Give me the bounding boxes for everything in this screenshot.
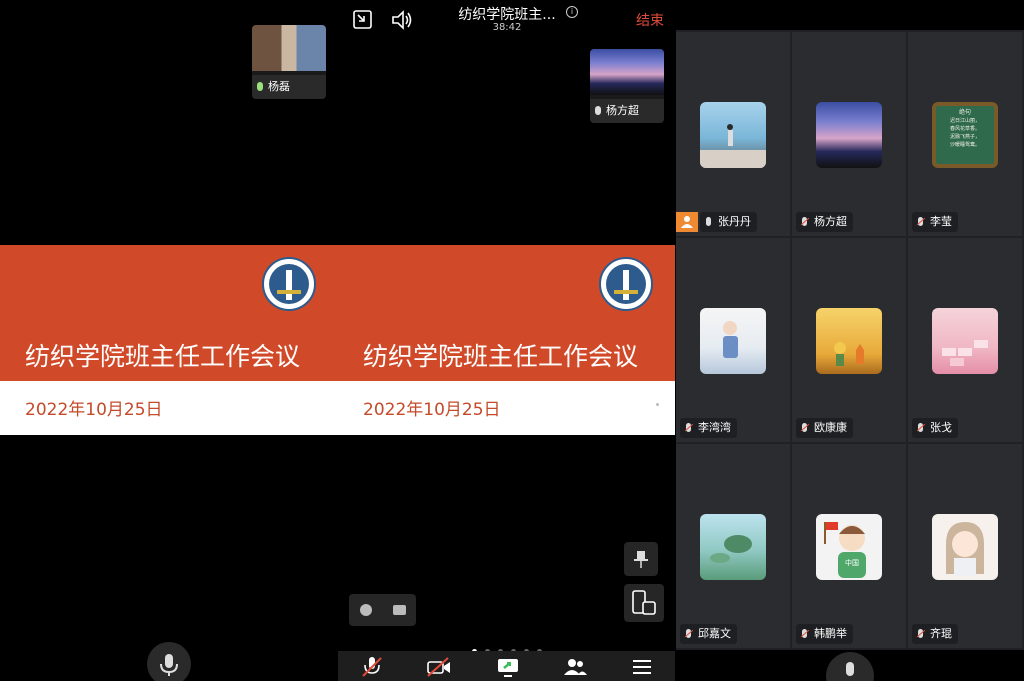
participant-name: 李湾湾 <box>698 421 731 434</box>
slide-title: 纺织学院班主任工作会议 <box>363 342 639 371</box>
mic-icon <box>257 82 263 91</box>
mic-muted-icon <box>918 629 923 638</box>
participant-name: 欧康康 <box>814 421 847 434</box>
meeting-info-icon[interactable]: i <box>566 6 578 18</box>
left-meeting-panel: 杨磊 纺织学院班主任工作会议 2022年10月25日 <box>0 0 338 681</box>
mic-muted-icon <box>918 423 923 432</box>
pin-icon <box>634 551 648 568</box>
speaker-icon <box>392 10 412 30</box>
gallery-mic-button[interactable] <box>826 652 874 681</box>
shared-slide: 纺织学院班主任工作会议 2022年10月25日 <box>338 245 675 435</box>
rotate-device-icon <box>632 590 656 615</box>
mic-muted-icon <box>918 217 923 226</box>
participant-name: 韩鹏举 <box>814 627 847 640</box>
participant-avatar <box>700 102 766 168</box>
slide-date: 2022年10月25日 <box>363 400 501 420</box>
pin-button[interactable] <box>624 542 658 576</box>
meeting-title: 纺织学院班主... <box>458 7 556 23</box>
speaker-toggle-button[interactable] <box>390 9 414 35</box>
mic-muted-icon <box>686 629 691 638</box>
college-logo-icon <box>599 257 653 311</box>
host-badge-icon <box>676 212 698 232</box>
participant-avatar <box>932 308 998 374</box>
mic-toggle-button[interactable] <box>147 642 191 681</box>
participant-avatar: 中国 <box>816 514 882 580</box>
rotate-screen-button[interactable] <box>624 584 664 622</box>
college-logo-icon <box>262 257 316 311</box>
participant-avatar <box>700 514 766 580</box>
minimize-window-button[interactable] <box>352 9 374 35</box>
mic-muted-icon <box>802 217 807 226</box>
camera-off-button[interactable] <box>426 655 452 679</box>
self-tile-name: 杨磊 <box>268 80 290 93</box>
speaker-video-tile[interactable]: 杨方超 <box>590 49 664 123</box>
mic-muted-icon <box>686 423 691 432</box>
more-menu-button[interactable] <box>630 655 654 679</box>
participant-name: 李莹 <box>930 215 952 228</box>
participant-name: 邱嘉文 <box>698 627 731 640</box>
poem-line: 沙暖睡鸳鸯。 <box>949 142 980 148</box>
end-meeting-button[interactable]: 结束 <box>636 10 664 30</box>
participant-tile[interactable]: 欧康康 <box>792 238 906 442</box>
participant-tile[interactable]: 张戈 <box>908 238 1022 442</box>
mic-muted-icon <box>802 629 807 638</box>
self-video-feed <box>252 25 326 71</box>
mic-icon <box>706 217 711 226</box>
mic-muted-icon <box>802 423 807 432</box>
poem-line: 泥融飞燕子， <box>949 134 980 140</box>
poem-title: 绝句 <box>958 109 971 116</box>
participant-tile[interactable]: 绝句 迟日江山丽， 春风花草香。 泥融飞燕子， 沙暖睡鸳鸯。 李莹 <box>908 32 1022 236</box>
participant-name: 杨方超 <box>814 215 847 228</box>
shared-slide: 纺织学院班主任工作会议 2022年10月25日 <box>0 245 338 435</box>
mic-muted-button[interactable] <box>360 655 384 679</box>
participant-name: 齐琨 <box>930 627 952 640</box>
shrink-window-icon <box>353 10 372 29</box>
chat-bubble-icon[interactable] <box>390 602 406 618</box>
participant-avatar: 绝句 迟日江山丽， 春风花草香。 泥融飞燕子， 沙暖睡鸳鸯。 <box>932 102 998 168</box>
participant-gallery: 张丹丹 杨方超 绝句 迟日江山丽， 春风花草香。 泥融飞燕子， 沙暖睡鸳鸯。 李… <box>676 0 1024 681</box>
shirt-text: 中国 <box>845 559 859 567</box>
participant-tile[interactable]: 齐琨 <box>908 444 1022 648</box>
meeting-elapsed-time: 38:42 <box>492 22 522 33</box>
speaker-video-feed <box>590 49 664 95</box>
speaker-tile-name: 杨方超 <box>606 104 639 117</box>
main-meeting-panel: 纺织学院班主... 38:42 i 结束 杨方超 纺织学院班主任工作会议 202… <box>338 0 675 681</box>
participant-tile[interactable]: 张丹丹 <box>676 32 790 236</box>
meeting-toolbar <box>338 651 675 681</box>
screen-share-button[interactable] <box>496 655 520 679</box>
participants-button[interactable] <box>562 655 588 679</box>
participant-tile[interactable]: 邱嘉文 <box>676 444 790 648</box>
participant-name: 张戈 <box>930 421 952 434</box>
participant-tile[interactable]: 杨方超 <box>792 32 906 236</box>
self-video-tile[interactable]: 杨磊 <box>252 25 326 99</box>
microphone-icon <box>846 662 854 676</box>
participant-name: 张丹丹 <box>718 215 751 228</box>
participant-avatar <box>700 308 766 374</box>
mic-icon <box>595 106 601 115</box>
emoji-icon[interactable] <box>358 602 374 618</box>
poem-line: 春风花草香。 <box>949 126 980 132</box>
participant-tile[interactable]: 中国 韩鹏举 <box>792 444 906 648</box>
participant-tile[interactable]: 李湾湾 <box>676 238 790 442</box>
slide-date: 2022年10月25日 <box>25 400 163 420</box>
participant-avatar <box>816 308 882 374</box>
participant-avatar <box>816 102 882 168</box>
slide-title: 纺织学院班主任工作会议 <box>25 342 301 371</box>
microphone-icon <box>160 654 178 676</box>
participant-avatar <box>932 514 998 580</box>
poem-line: 迟日江山丽， <box>949 118 980 124</box>
